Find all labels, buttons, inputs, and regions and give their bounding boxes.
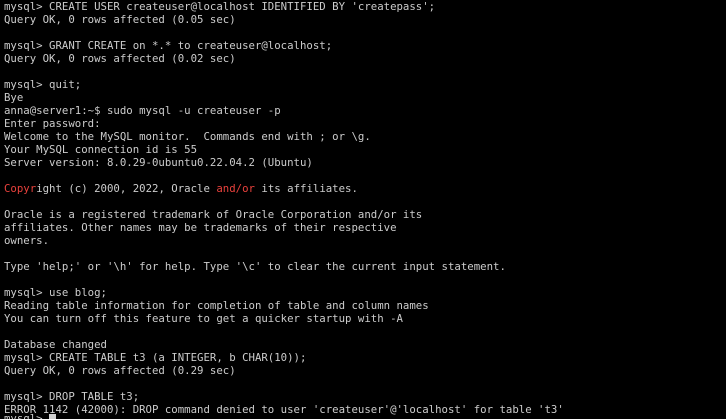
terminal-line: affiliates. Other names may be trademark… (4, 221, 726, 234)
terminal-text: affiliates. Other names may be trademark… (4, 221, 397, 234)
terminal-line: ERROR 1142 (42000): DROP command denied … (4, 403, 726, 416)
terminal-line: Oracle is a registered trademark of Orac… (4, 208, 726, 221)
text-cursor (49, 414, 57, 419)
terminal-line: Enter password: (4, 117, 726, 130)
terminal-text: mysql> CREATE USER createuser@localhost … (4, 0, 436, 13)
terminal-text: mysql> use blog; (4, 286, 107, 299)
highlighted-text: Copyr (4, 182, 37, 195)
terminal-line: mysql> CREATE USER createuser@localhost … (4, 0, 726, 13)
terminal-line: Query OK, 0 rows affected (0.29 sec) (4, 364, 726, 377)
prompt-text: mysql> (4, 412, 43, 419)
terminal-line: mysql> use blog; (4, 286, 726, 299)
terminal-text: Enter password: (4, 117, 101, 130)
terminal-line: Bye (4, 91, 726, 104)
terminal-text: its affiliates. (254, 182, 358, 195)
terminal-text: mysql> CREATE TABLE t3 (a INTEGER, b CHA… (4, 351, 307, 364)
terminal-line: You can turn off this feature to get a q… (4, 312, 726, 325)
terminal-text: ERROR 1142 (42000): DROP command denied … (4, 403, 564, 416)
terminal-line: Query OK, 0 rows affected (0.02 sec) (4, 52, 726, 65)
terminal-text: Query OK, 0 rows affected (0.05 sec) (4, 13, 236, 26)
terminal-line: Reading table information for completion… (4, 299, 726, 312)
terminal-line: mysql> quit; (4, 78, 726, 91)
terminal-text: Bye (4, 91, 24, 104)
terminal-text: mysql> quit; (4, 78, 82, 91)
terminal-text: anna@server1:~$ sudo mysql -u createuser… (4, 104, 281, 117)
terminal-text: Reading table information for completion… (4, 299, 429, 312)
terminal-line: Copyright (c) 2000, 2022, Oracle and/or … (4, 182, 726, 195)
terminal-text: mysql> GRANT CREATE on *.* to createuser… (4, 39, 333, 52)
terminal-text: You can turn off this feature to get a q… (4, 312, 403, 325)
terminal-line: Your MySQL connection id is 55 (4, 143, 726, 156)
terminal-line: Type 'help;' or '\h' for help. Type '\c'… (4, 260, 726, 273)
terminal-text: owners. (4, 234, 50, 247)
terminal-text: mysql> DROP TABLE t3; (4, 390, 140, 403)
terminal-text: Type 'help;' or '\h' for help. Type '\c'… (4, 260, 506, 273)
terminal-line: Query OK, 0 rows affected (0.05 sec) (4, 13, 726, 26)
terminal-text: Database changed (4, 338, 107, 351)
terminal-line: Welcome to the MySQL monitor. Commands e… (4, 130, 726, 143)
terminal-line: mysql> DROP TABLE t3; (4, 390, 726, 403)
terminal-line: mysql> GRANT CREATE on *.* to createuser… (4, 39, 726, 52)
terminal-text: Oracle is a registered trademark of Orac… (4, 208, 423, 221)
active-prompt-line[interactable]: mysql> (4, 412, 57, 419)
terminal-text: Your MySQL connection id is 55 (4, 143, 198, 156)
terminal-text: Query OK, 0 rows affected (0.02 sec) (4, 52, 236, 65)
terminal-text: Server version: 8.0.29-0ubuntu0.22.04.2 … (4, 156, 313, 169)
terminal-line: anna@server1:~$ sudo mysql -u createuser… (4, 104, 726, 117)
highlighted-text: and/or (216, 182, 255, 195)
terminal-window[interactable]: mysql> CREATE USER createuser@localhost … (0, 0, 726, 419)
terminal-text: Welcome to the MySQL monitor. Commands e… (4, 130, 371, 143)
terminal-line: Server version: 8.0.29-0ubuntu0.22.04.2 … (4, 156, 726, 169)
terminal-line: mysql> CREATE TABLE t3 (a INTEGER, b CHA… (4, 351, 726, 364)
terminal-line: owners. (4, 234, 726, 247)
terminal-line: Database changed (4, 338, 726, 351)
terminal-text: ight (c) 2000, 2022, Oracle (36, 182, 217, 195)
terminal-text: Query OK, 0 rows affected (0.29 sec) (4, 364, 236, 377)
